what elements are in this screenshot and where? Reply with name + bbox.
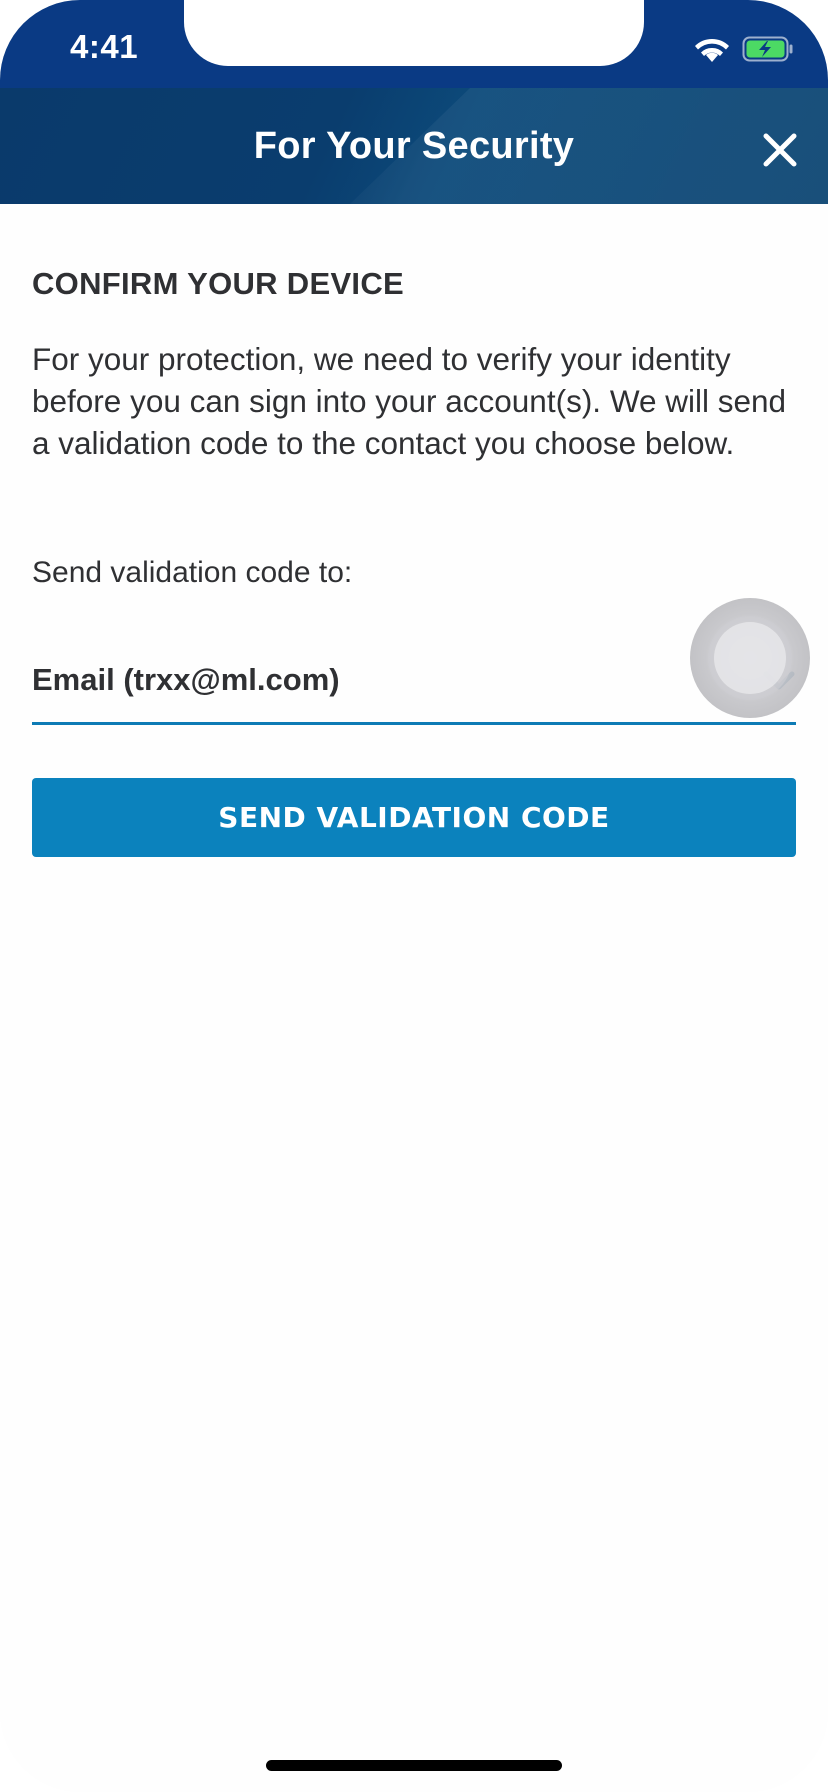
close-button[interactable] (744, 114, 816, 186)
touch-indicator (690, 598, 810, 718)
page-title: For Your Security (253, 125, 575, 167)
status-bar: 4:41 (0, 0, 828, 88)
battery-charging-icon (742, 36, 793, 62)
description-text: For your protection, we need to verify y… (32, 341, 787, 461)
device-notch (184, 0, 644, 66)
section-title: CONFIRM YOUR DEVICE (32, 266, 404, 301)
app-screen: 4:41 For Your Security CONFIRM YOUR DEVI… (0, 0, 828, 1792)
close-icon (763, 133, 797, 167)
send-validation-code-button[interactable]: SEND VALIDATION CODE (32, 778, 796, 857)
status-time: 4:41 (70, 28, 139, 65)
contact-select-value: Email (trxx@ml.com) (32, 662, 340, 697)
contact-select[interactable]: Email (trxx@ml.com) (32, 650, 796, 725)
wifi-icon (695, 38, 729, 62)
app-header: For Your Security (0, 88, 828, 204)
send-to-label: Send validation code to: (32, 556, 353, 589)
home-indicator[interactable] (266, 1760, 562, 1771)
